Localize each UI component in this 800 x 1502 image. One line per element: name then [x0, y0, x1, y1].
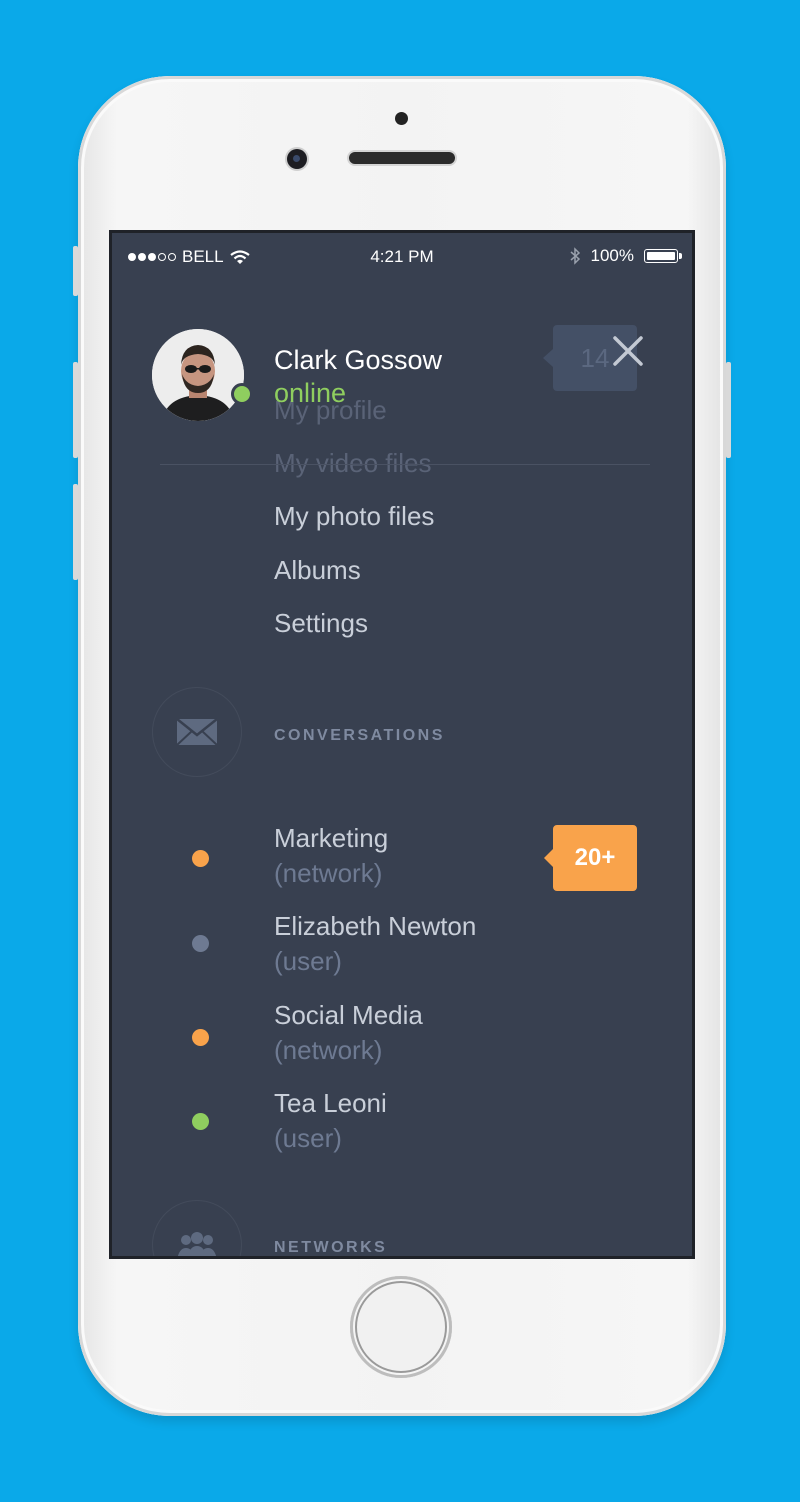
screen: BELL 4:21 PM 100% 14 My profile My video…	[112, 233, 692, 1256]
networks-heading: NETWORKS	[274, 1239, 388, 1256]
earpiece-speaker	[349, 152, 455, 164]
conversation-status-dot	[192, 850, 209, 867]
online-indicator	[231, 383, 253, 405]
status-bar: BELL 4:21 PM 100%	[112, 233, 692, 281]
front-camera	[287, 149, 307, 169]
mute-switch	[73, 246, 78, 296]
menu-item-photo-files[interactable]: My photo files	[274, 501, 434, 532]
conversation-type: (network)	[274, 858, 383, 888]
conversation-item[interactable]: Tea Leoni (user)	[112, 1088, 692, 1168]
conversations-heading: CONVERSATIONS	[274, 727, 445, 744]
volume-down-button	[73, 484, 78, 580]
close-icon[interactable]	[608, 331, 648, 371]
user-status: online	[274, 378, 347, 408]
bluetooth-icon	[570, 247, 580, 265]
battery-icon	[644, 249, 682, 263]
conversation-status-dot	[192, 1029, 209, 1046]
avatar[interactable]	[152, 329, 244, 421]
envelope-icon	[176, 718, 218, 746]
conversation-type: (user)	[274, 946, 342, 976]
user-name: Clark Gossow	[274, 345, 443, 375]
proximity-sensor	[395, 112, 408, 125]
conversation-status-dot	[192, 1113, 209, 1130]
volume-up-button	[73, 362, 78, 458]
menu-item-settings[interactable]: Settings	[274, 608, 368, 639]
conversation-item[interactable]: Social Media (network)	[112, 1000, 692, 1080]
conversations-icon-circle	[152, 687, 242, 777]
menu-item-albums[interactable]: Albums	[274, 555, 361, 586]
conversation-title: Elizabeth Newton	[274, 911, 477, 941]
networks-icon-circle	[152, 1200, 242, 1256]
group-icon	[177, 1232, 217, 1256]
conversation-status-dot	[192, 935, 209, 952]
battery-percent: 100%	[590, 246, 634, 265]
profile-divider	[160, 464, 650, 465]
conversation-title: Marketing	[274, 823, 389, 853]
unread-count-badge[interactable]: 20+	[544, 825, 637, 891]
conversation-title: Tea Leoni	[274, 1088, 387, 1118]
conversation-type: (user)	[274, 1123, 342, 1153]
home-button[interactable]	[350, 1276, 452, 1378]
conversation-item[interactable]: Elizabeth Newton (user)	[112, 911, 692, 991]
conversation-type: (network)	[274, 1035, 383, 1065]
power-button	[726, 362, 731, 458]
conversation-title: Social Media	[274, 1000, 423, 1030]
